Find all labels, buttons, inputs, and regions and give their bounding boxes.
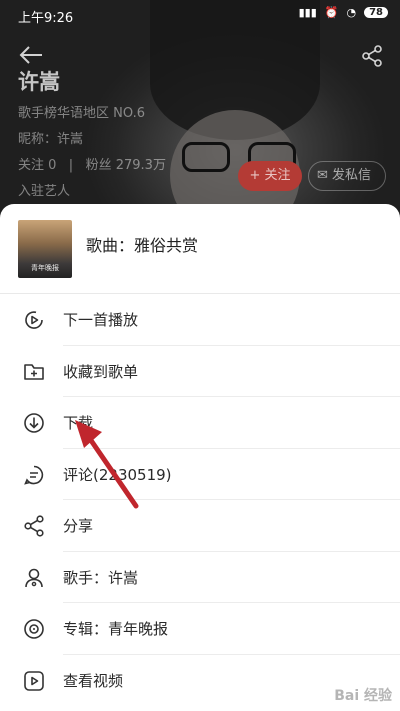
menu-item-share[interactable]: 分享 xyxy=(0,500,400,552)
mail-icon: ✉ xyxy=(317,168,328,183)
status-time: 上午9:26 xyxy=(18,11,74,26)
share-icon xyxy=(24,515,44,537)
follow-button[interactable]: + 关注 xyxy=(238,161,302,191)
menu-item-label: 收藏到歌单 xyxy=(63,362,139,381)
wifi-icon: ◔ xyxy=(346,6,357,19)
share-top-icon[interactable] xyxy=(360,44,384,68)
singer-icon xyxy=(25,568,43,587)
menu-item-label: 分享 xyxy=(63,517,94,535)
add-to-folder-icon xyxy=(24,363,44,380)
song-header: 青年晚报 歌曲：雅俗共赏 xyxy=(0,204,400,294)
video-icon xyxy=(24,670,44,691)
message-button-label: 发私信 xyxy=(332,168,372,183)
signal-icon: ▮▮▮ xyxy=(298,6,317,19)
menu-item-play-next[interactable]: 下一首播放 xyxy=(0,294,400,346)
artist-header: 上午9:26 ▮▮▮ ⏰ ◔ 78 许嵩 歌手榜华语地区 NO.6 昵称：许嵩 … xyxy=(0,0,400,230)
menu-item-download[interactable]: 下载 xyxy=(0,397,400,449)
artist-name: 许嵩 xyxy=(18,70,60,94)
menu-item-singer[interactable]: 歌手：许嵩 xyxy=(0,552,400,603)
menu-item-add-to-playlist[interactable]: 收藏到歌单 xyxy=(0,346,400,397)
menu-item-label: 专辑：青年晚报 xyxy=(63,620,169,638)
back-arrow-icon[interactable] xyxy=(18,44,44,66)
artist-nickname: 昵称：许嵩 xyxy=(18,132,84,147)
artist-rank[interactable]: 歌手榜华语地区 NO.6 xyxy=(18,102,145,121)
song-title: 歌曲：雅俗共赏 xyxy=(86,236,199,255)
album-cover: 青年晚报 xyxy=(18,220,72,278)
status-bar: 上午9:26 ▮▮▮ ⏰ ◔ 78 xyxy=(0,0,400,30)
menu-item-album[interactable]: 专辑：青年晚报 xyxy=(0,603,400,655)
download-icon xyxy=(24,413,44,433)
message-button[interactable]: ✉ 发私信 xyxy=(308,161,386,191)
menu-item-label: 评论(2230519) xyxy=(63,465,172,484)
battery-icon: 78 xyxy=(364,7,388,18)
fans-count[interactable]: 粉丝 279.3万 xyxy=(86,158,166,173)
action-menu: 下一首播放 收藏到歌单 下载 评论(2230519) 分享 歌手：许嵩 专辑：青… xyxy=(0,294,400,706)
artist-photo-glasses xyxy=(182,142,230,172)
album-cover-text: 青年晚报 xyxy=(31,264,59,272)
artist-stats: 关注 0 | 粉丝 279.3万 xyxy=(18,158,166,173)
menu-item-label: 歌手：许嵩 xyxy=(63,568,139,587)
play-next-icon xyxy=(25,311,43,329)
album-icon xyxy=(24,619,44,639)
follows-count[interactable]: 关注 0 xyxy=(18,158,56,173)
resident-badge: 入驻艺人 xyxy=(18,184,71,199)
comment-icon xyxy=(24,465,44,485)
watermark: Bai 经验 xyxy=(334,688,392,704)
menu-item-label: 查看视频 xyxy=(63,671,124,690)
menu-item-comment[interactable]: 评论(2230519) xyxy=(0,449,400,500)
alarm-icon: ⏰ xyxy=(324,6,339,19)
menu-item-label: 下载 xyxy=(63,414,94,432)
song-action-sheet: 青年晚报 歌曲：雅俗共赏 下一首播放 收藏到歌单 下载 评论(2230519) … xyxy=(0,204,400,711)
menu-item-label: 下一首播放 xyxy=(63,311,139,329)
